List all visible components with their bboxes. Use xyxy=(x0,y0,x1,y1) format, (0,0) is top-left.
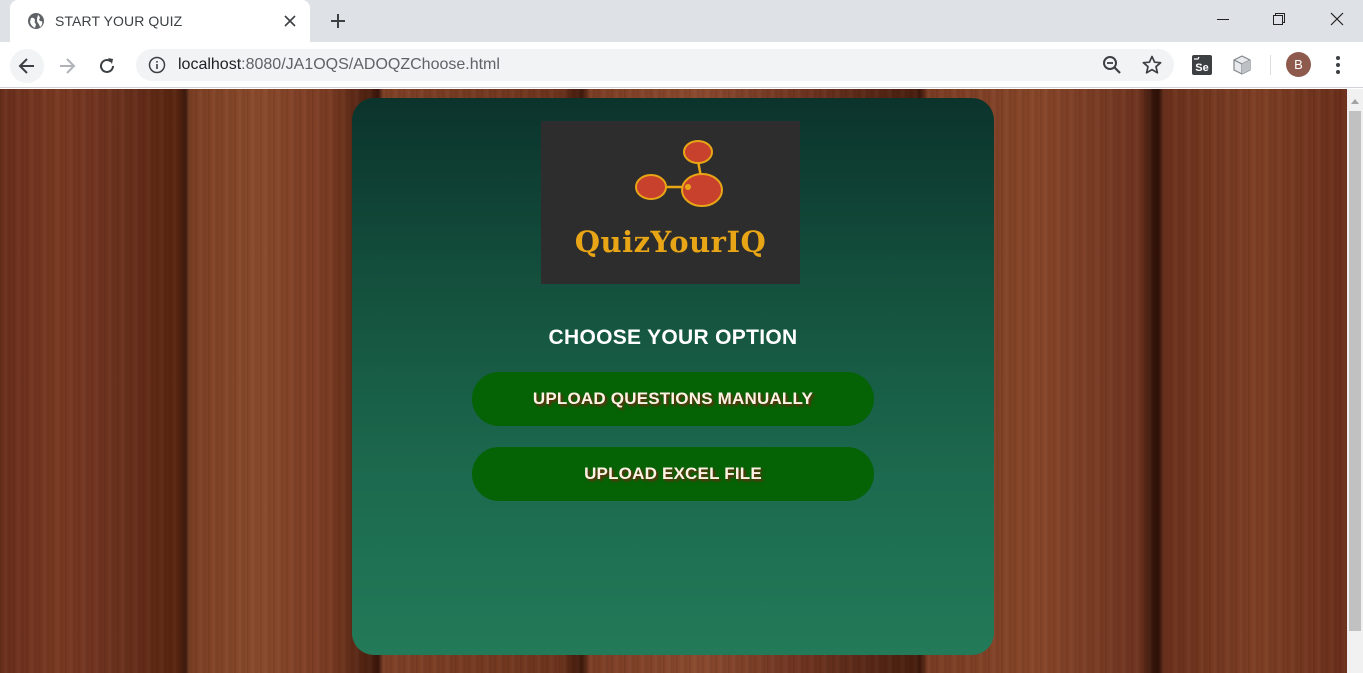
minimize-icon[interactable] xyxy=(1200,0,1246,38)
reload-icon[interactable] xyxy=(90,49,124,83)
back-arrow-icon[interactable] xyxy=(10,49,44,83)
plus-icon[interactable] xyxy=(326,9,350,33)
browser-toolbar: localhost:8080/JA1OQS/ADOQZChoose.html xyxy=(0,42,1363,88)
quizyouriq-logo: QuizYourIQ xyxy=(541,121,800,284)
star-icon[interactable] xyxy=(1142,55,1162,75)
url-host: localhost xyxy=(178,56,242,73)
scroll-up-arrow-icon[interactable] xyxy=(1347,95,1363,107)
selenium-extension-icon[interactable]: Se xyxy=(1190,53,1214,77)
upload-questions-manually-button[interactable]: UPLOAD QUESTIONS MANUALLY xyxy=(472,372,874,426)
kebab-menu-icon[interactable] xyxy=(1326,52,1350,78)
globe-icon xyxy=(28,13,44,29)
logo-text: QuizYourIQ xyxy=(574,225,767,259)
scrollbar-thumb[interactable] xyxy=(1349,111,1361,631)
quiz-option-card: QuizYourIQ CHOOSE YOUR OPTION UPLOAD QUE… xyxy=(352,98,994,655)
cube-extension-icon[interactable] xyxy=(1230,53,1254,77)
close-icon[interactable] xyxy=(280,11,300,31)
window-close-icon[interactable] xyxy=(1314,0,1360,38)
page-title: CHOOSE YOUR OPTION xyxy=(548,326,798,349)
avatar[interactable]: B xyxy=(1286,52,1311,77)
restore-icon[interactable] xyxy=(1256,0,1302,38)
page-viewport: QuizYourIQ CHOOSE YOUR OPTION UPLOAD QUE… xyxy=(0,89,1347,673)
forward-arrow-icon[interactable] xyxy=(50,49,84,83)
toolbar-separator xyxy=(1270,55,1271,75)
vertical-scrollbar[interactable] xyxy=(1347,89,1363,673)
browser-tab[interactable]: START YOUR QUIZ xyxy=(10,0,310,42)
zoom-out-icon[interactable] xyxy=(1102,55,1122,75)
url-text[interactable]: localhost:8080/JA1OQS/ADOQZChoose.html xyxy=(178,56,500,74)
address-bar[interactable]: localhost:8080/JA1OQS/ADOQZChoose.html xyxy=(136,49,1174,81)
url-path: :8080/JA1OQS/ADOQZChoose.html xyxy=(241,56,500,73)
molecule-icon xyxy=(635,140,723,207)
info-icon[interactable] xyxy=(148,56,166,74)
tab-title: START YOUR QUIZ xyxy=(55,13,183,29)
upload-excel-file-button[interactable]: UPLOAD EXCEL FILE xyxy=(472,447,874,501)
svg-text:Se: Se xyxy=(1195,62,1208,74)
tab-strip: START YOUR QUIZ xyxy=(0,0,1363,42)
